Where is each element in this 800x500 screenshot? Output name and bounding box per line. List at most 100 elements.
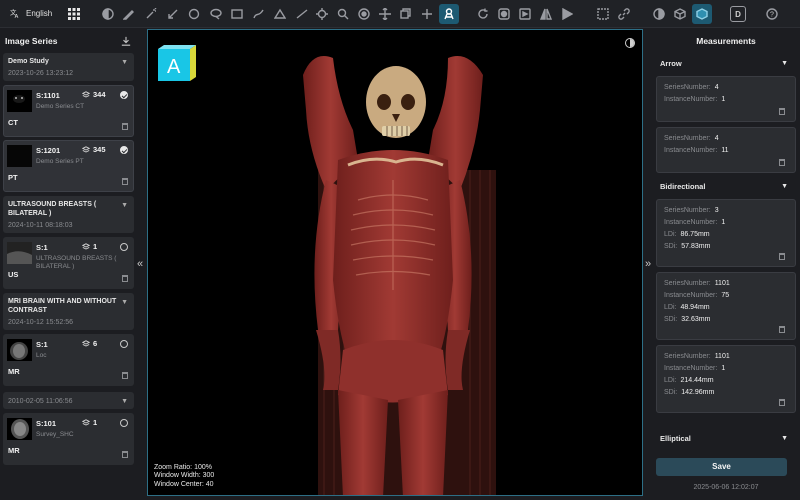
contrast-icon[interactable] xyxy=(100,6,116,22)
trash-icon[interactable] xyxy=(779,399,785,406)
window-width: Window Width: 300 xyxy=(154,472,215,479)
chevron-down-icon[interactable]: ▼ xyxy=(121,398,128,405)
ellipse-icon[interactable] xyxy=(186,6,202,22)
series-card[interactable]: S:1 1 ULTRASOUND BREASTS ( BILATERAL ) U… xyxy=(3,237,134,289)
volume-viewport[interactable]: A Zoom Ratio: 100% Window Width: 300 Win… xyxy=(147,29,643,496)
crosshair-icon[interactable] xyxy=(314,6,330,22)
zoom-icon[interactable] xyxy=(335,6,351,22)
flip-horizontal-icon[interactable] xyxy=(517,6,533,22)
trash-icon[interactable] xyxy=(779,326,785,333)
grid-layout-icon[interactable] xyxy=(66,6,82,22)
volume-render-icon[interactable] xyxy=(692,4,712,24)
pencil-icon[interactable] xyxy=(121,6,137,22)
angle-icon[interactable] xyxy=(272,6,288,22)
trash-icon[interactable] xyxy=(779,159,785,166)
split-view-icon[interactable] xyxy=(595,6,611,22)
measurement-group-elliptical[interactable]: Elliptical ▼ xyxy=(652,431,800,445)
select-checkbox[interactable] xyxy=(120,146,128,154)
orientation-cube[interactable]: A xyxy=(156,45,196,85)
mpr-icon[interactable] xyxy=(651,6,667,22)
study-header[interactable]: 2010-02-05 11:06:56 ▼ xyxy=(3,392,134,409)
stack-icon[interactable] xyxy=(398,6,414,22)
measurement-field: LDi: 86.75mm xyxy=(664,231,710,238)
measurement-group-arrow[interactable]: Arrow ▼ xyxy=(652,56,800,70)
select-checkbox[interactable] xyxy=(120,91,128,99)
study-header[interactable]: MRI BRAIN WITH AND WITHOUT CONTRAST 2024… xyxy=(3,293,134,330)
translate-icon: 文A xyxy=(10,8,19,19)
chevron-down-icon[interactable]: ▼ xyxy=(781,183,788,190)
series-card[interactable]: S:1101 344 Demo Series CT CT xyxy=(3,85,134,137)
chevron-down-icon[interactable]: ▼ xyxy=(781,435,788,442)
series-modality: MR xyxy=(8,446,20,455)
study-date: 2024-10-11 08:18:03 xyxy=(8,222,73,229)
trash-icon[interactable] xyxy=(122,451,128,458)
series-modality: US xyxy=(8,270,19,279)
layers-icon xyxy=(82,242,90,250)
study-name: Demo Study xyxy=(8,58,49,65)
rotate-icon[interactable] xyxy=(559,6,575,22)
measurement-card[interactable]: SeriesNumber: 1101 InstanceNumber: 1 LDi: 2… xyxy=(656,345,796,413)
dicom-tag-icon[interactable]: D xyxy=(730,6,746,22)
cube-icon[interactable] xyxy=(672,6,688,22)
arrow-icon[interactable] xyxy=(165,6,181,22)
chevron-down-icon[interactable]: ▼ xyxy=(121,202,128,209)
trash-icon[interactable] xyxy=(122,178,128,185)
collapse-right-panel-icon[interactable]: » xyxy=(645,258,651,270)
series-panel-header: Image Series xyxy=(0,29,137,53)
viewport-display-toggle-icon[interactable] xyxy=(625,38,635,48)
group-name: Bidirectional xyxy=(660,181,706,191)
measurement-card[interactable]: SeriesNumber: 4 InstanceNumber: 11 xyxy=(656,127,796,173)
series-number: S:1 xyxy=(36,340,48,349)
layers-icon xyxy=(82,418,90,426)
measurement-card[interactable]: SeriesNumber: 3 InstanceNumber: 1 LDi: 86.7… xyxy=(656,199,796,267)
series-description: Loc xyxy=(36,352,47,359)
freehand-icon[interactable] xyxy=(251,6,267,22)
chevron-down-icon[interactable]: ▼ xyxy=(121,299,128,306)
trash-icon[interactable] xyxy=(122,275,128,282)
speech-bubble-icon[interactable] xyxy=(208,6,224,22)
flip-icon[interactable] xyxy=(538,6,554,22)
measurement-card[interactable]: SeriesNumber: 1101 InstanceNumber: 75 LDi:… xyxy=(656,272,796,340)
pan-icon[interactable] xyxy=(377,6,393,22)
save-button[interactable]: Save xyxy=(656,458,787,476)
trash-icon[interactable] xyxy=(779,253,785,260)
measurement-field: InstanceNumber: 75 xyxy=(664,292,730,299)
measurements-title: Measurements xyxy=(696,36,756,46)
layers-icon xyxy=(82,90,90,98)
instance-count: 6 xyxy=(82,339,97,348)
link-icon[interactable] xyxy=(616,6,632,22)
trash-icon[interactable] xyxy=(779,108,785,115)
select-checkbox[interactable] xyxy=(120,340,128,348)
measurement-card[interactable]: SeriesNumber: 4 InstanceNumber: 1 xyxy=(656,76,796,122)
magic-wand-icon[interactable] xyxy=(143,6,159,22)
toolbar: 文A English D ? xyxy=(0,0,800,28)
trash-icon[interactable] xyxy=(122,372,128,379)
3d-skeleton-icon[interactable] xyxy=(439,4,459,24)
layers-icon xyxy=(82,339,90,347)
select-checkbox[interactable] xyxy=(120,419,128,427)
collapse-left-panel-icon[interactable]: « xyxy=(137,258,143,270)
series-description: Demo Series CT xyxy=(36,103,85,110)
ruler-icon[interactable] xyxy=(294,6,310,22)
language-selector[interactable]: 文A English xyxy=(10,8,65,19)
series-card[interactable]: S:1201 345 Demo Series PT PT xyxy=(3,140,134,192)
chevron-down-icon[interactable]: ▼ xyxy=(121,59,128,66)
group-name: Arrow xyxy=(660,58,682,68)
download-icon[interactable] xyxy=(121,36,131,46)
series-modality: PT xyxy=(8,173,18,182)
invert-icon[interactable] xyxy=(496,6,512,22)
study-header[interactable]: Demo Study 2023-10-26 13:23:12 ▼ xyxy=(3,53,134,81)
study-header[interactable]: ULTRASOUND BREASTS ( BILATERAL ) 2024-10… xyxy=(3,196,134,233)
series-card[interactable]: S:1 6 Loc MR xyxy=(3,334,134,386)
svg-text:?: ? xyxy=(770,12,774,19)
series-card[interactable]: S:101 1 Survey_SHC MR xyxy=(3,413,134,465)
measurement-group-bidirectional[interactable]: Bidirectional ▼ xyxy=(652,179,800,193)
help-icon[interactable]: ? xyxy=(764,6,780,22)
trash-icon[interactable] xyxy=(122,123,128,130)
window-level-icon[interactable] xyxy=(356,6,372,22)
reset-icon[interactable] xyxy=(475,6,491,22)
select-checkbox[interactable] xyxy=(120,243,128,251)
plus-icon[interactable] xyxy=(419,6,435,22)
rectangle-select-icon[interactable] xyxy=(229,6,245,22)
chevron-down-icon[interactable]: ▼ xyxy=(781,60,788,67)
